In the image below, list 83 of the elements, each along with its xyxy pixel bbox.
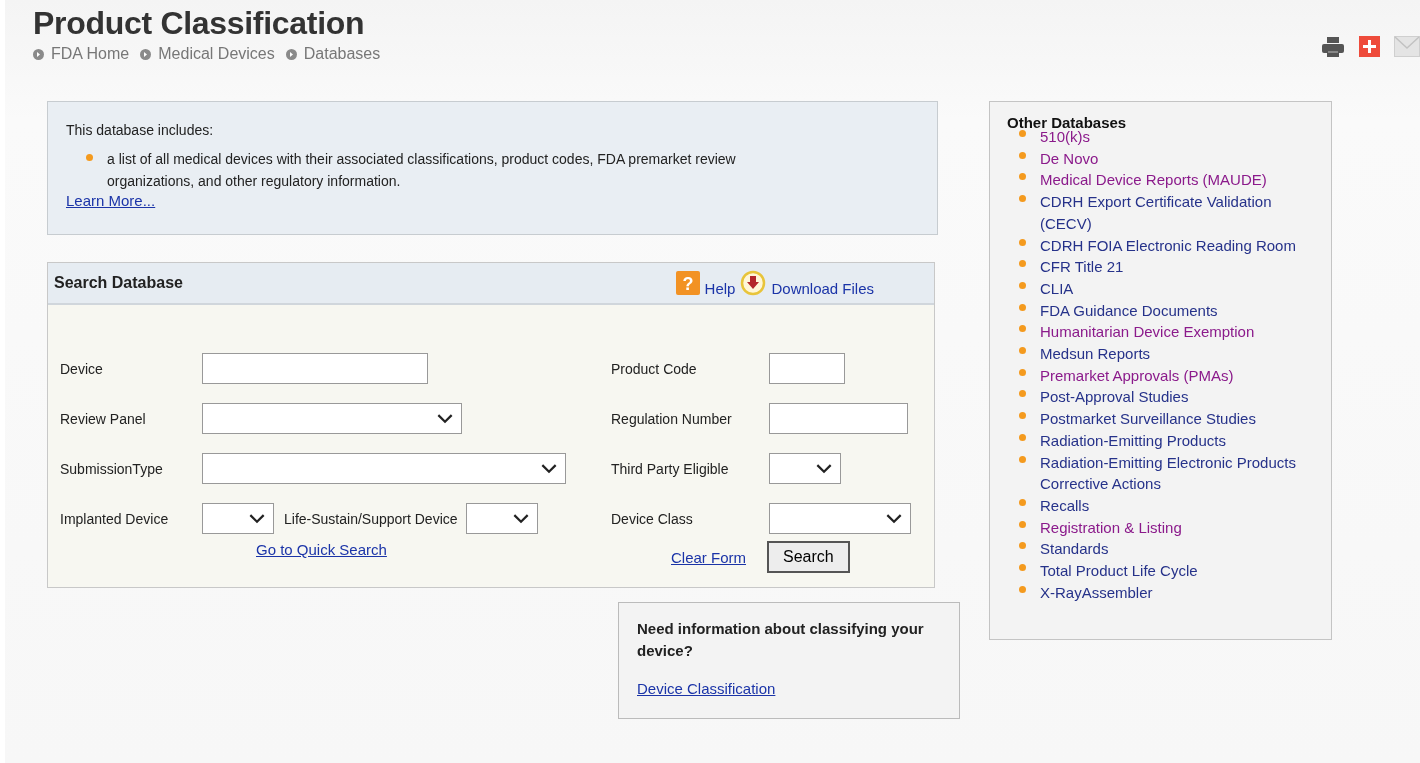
database-link[interactable]: Postmarket Surveillance Studies [1040, 408, 1256, 430]
breadcrumb-link[interactable]: Databases [303, 45, 381, 63]
device-classification-link[interactable]: Device Classification [637, 680, 776, 697]
chevron-down-icon [541, 463, 557, 474]
bullet-icon [1019, 130, 1026, 137]
chevron-down-icon [437, 413, 453, 424]
bullet-icon [86, 154, 93, 161]
database-link[interactable]: X-RayAssembler [1040, 581, 1153, 604]
text-field[interactable] [202, 353, 428, 384]
bullet-icon [1019, 238, 1026, 246]
chevron-down-icon [512, 513, 529, 524]
dropdown-field[interactable] [202, 453, 566, 484]
learn-more-link[interactable]: Learn More... [66, 192, 156, 209]
field-label: Implanted Device [60, 510, 170, 527]
database-link[interactable]: Radiation-Emitting Products [1040, 429, 1226, 452]
quick-search-link[interactable]: Go to Quick Search [256, 541, 387, 558]
bullet-icon [1019, 347, 1026, 355]
bullet-icon [1019, 585, 1026, 593]
bullet-icon [1019, 542, 1026, 550]
search-button[interactable]: Search [767, 541, 850, 573]
bullet-icon [1019, 455, 1026, 463]
database-link[interactable]: FDA Guidance Documents [1040, 299, 1218, 322]
field-label: Product Code [611, 360, 698, 377]
page-title: Product Classification [33, 4, 366, 42]
field-label: Review Panel [60, 410, 147, 427]
text-field[interactable] [769, 353, 845, 384]
search-panel-title: Search Database [54, 274, 183, 292]
database-link[interactable]: Post-Approval Studies [1040, 386, 1189, 409]
breadcrumb-link[interactable]: FDA Home [51, 45, 130, 63]
dropdown-field[interactable] [465, 503, 538, 534]
database-link[interactable]: CDRH FOIA Electronic Reading Room [1040, 234, 1296, 257]
bullet-icon [1019, 303, 1026, 311]
download-icon[interactable] [740, 270, 767, 296]
chevron-down-icon [886, 513, 902, 524]
database-link[interactable]: Humanitarian Device Exemption [1040, 321, 1255, 344]
bullet-icon [1019, 368, 1026, 376]
database-link[interactable]: Registration & Listing [1040, 516, 1182, 539]
database-link[interactable]: CFR Title 21 [1040, 256, 1124, 278]
bullet-icon [1019, 564, 1026, 572]
bullet-icon [1019, 390, 1026, 398]
field-label: Third Party Eligible [611, 460, 730, 477]
field-label: Device Class [611, 510, 694, 527]
bullet-icon [1019, 433, 1026, 441]
text-field[interactable] [769, 403, 908, 434]
chevron-down-icon [249, 513, 265, 524]
database-link[interactable]: Recalls [1040, 494, 1090, 517]
help-link[interactable]: Help [704, 279, 736, 297]
dropdown-field[interactable] [769, 503, 911, 534]
database-link[interactable]: Radiation-Emitting Electronic Products Corrective Actions [1040, 451, 1319, 495]
database-link[interactable]: Standards [1040, 538, 1109, 561]
database-link[interactable]: CDRH Export Certificate Validation (CECV) [1040, 191, 1319, 235]
dropdown-field[interactable] [202, 403, 462, 434]
database-link[interactable]: Total Product Life Cycle [1040, 560, 1198, 582]
dropdown-field[interactable] [202, 503, 274, 534]
other-databases-title: Other Databases [1007, 114, 1128, 131]
database-link[interactable]: Medical Device Reports (MAUDE) [1040, 169, 1267, 192]
field-label: Device [60, 360, 104, 377]
classify-question: Need information about classifying your device? [637, 619, 925, 661]
database-link[interactable]: CLIA [1040, 277, 1074, 300]
plus-icon[interactable] [1359, 36, 1380, 57]
info-heading: This database includes: [66, 122, 215, 138]
bullet-icon [1019, 325, 1026, 333]
chevron-down-icon [816, 463, 832, 474]
database-link[interactable]: De Novo [1040, 147, 1099, 170]
field-label: SubmissionType [60, 460, 164, 477]
field-label: Regulation Number [611, 410, 733, 427]
database-link[interactable]: Premarket Approvals (PMAs) [1040, 364, 1234, 387]
bullet-icon [1019, 281, 1026, 289]
bullet-icon [1019, 173, 1026, 181]
info-text: a list of all medical devices with their associated classifications, product codes, FDA premarket review organizations, and other regulatory information. [107, 150, 737, 191]
download-files-link[interactable]: Download Files [771, 279, 874, 297]
dropdown-field[interactable] [769, 453, 841, 484]
bullet-icon [1019, 151, 1026, 159]
bullet-icon [1019, 195, 1026, 203]
print-icon[interactable] [1321, 35, 1345, 58]
database-link[interactable]: Medsun Reports [1040, 343, 1151, 365]
breadcrumb-link[interactable]: Medical Devices [158, 45, 275, 63]
bullet-icon [1019, 520, 1026, 528]
bullet-icon [1019, 412, 1026, 420]
clear-form-link[interactable]: Clear Form [671, 548, 746, 566]
field-label: Life-Sustain/Support Device [284, 510, 458, 527]
bullet-icon [1019, 498, 1026, 506]
bullet-icon [1019, 260, 1026, 268]
